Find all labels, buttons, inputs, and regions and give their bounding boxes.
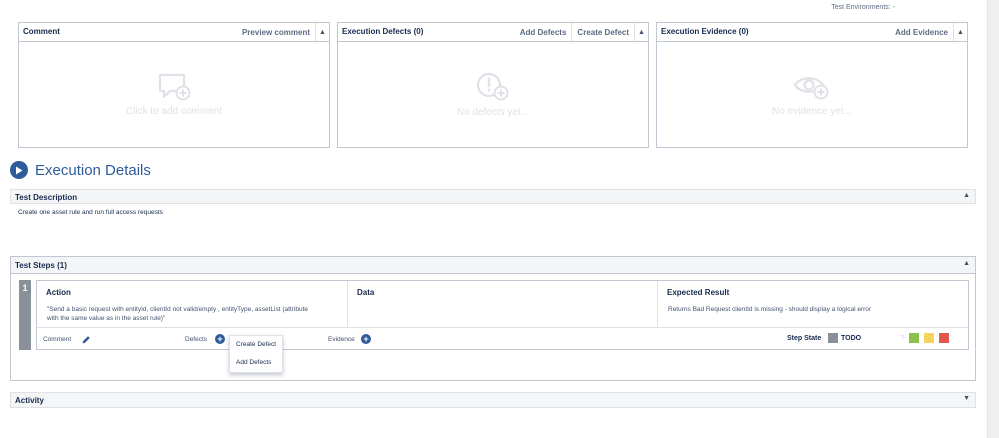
action-text-line: "Send a basic request with entityId, cli… bbox=[47, 306, 308, 313]
add-comment-area[interactable]: Click to add comment bbox=[19, 42, 329, 147]
step-state-swatch bbox=[828, 333, 838, 343]
defects-empty-area: No defects yet... bbox=[338, 42, 648, 147]
comment-panel: Comment Preview comment ▲ Click to add c… bbox=[18, 22, 330, 148]
pencil-icon[interactable] bbox=[81, 335, 91, 347]
defects-empty-text: No defects yet... bbox=[456, 107, 530, 118]
chevron-up-icon[interactable]: ▲ bbox=[634, 23, 648, 41]
expected-result-header: Expected Result bbox=[667, 288, 730, 297]
test-description-text: Create one asset rule and run full acces… bbox=[18, 209, 163, 216]
eye-plus-icon bbox=[792, 72, 832, 102]
expected-result-text[interactable]: Returns Bad Request clientId is missing … bbox=[668, 305, 871, 314]
action-column: Action "Send a basic request with entity… bbox=[37, 281, 348, 327]
execution-evidence-panel: Execution Evidence (0) Add Evidence ▲ No… bbox=[656, 22, 968, 148]
page-scrollbar[interactable] bbox=[987, 0, 999, 438]
activity-header[interactable]: Activity ▼ bbox=[10, 392, 976, 408]
activity-title: Activity bbox=[15, 396, 44, 405]
comment-panel-header: Comment Preview comment ▲ bbox=[19, 23, 329, 42]
test-steps-header[interactable]: Test Steps (1) ▲ bbox=[11, 257, 975, 274]
defects-panel-title: Execution Defects (0) bbox=[342, 27, 424, 36]
comment-empty-text: Click to add comment bbox=[125, 106, 223, 117]
execution-defects-panel: Execution Defects (0) Add Defects Create… bbox=[337, 22, 649, 148]
expected-result-column: Expected Result Returns Bad Request clie… bbox=[658, 281, 969, 327]
step-defects-label: Defects bbox=[185, 336, 208, 343]
add-defect-icon[interactable]: + bbox=[215, 334, 225, 344]
execution-details-title: Execution Details bbox=[35, 161, 151, 179]
add-evidence-link[interactable]: Add Evidence bbox=[890, 23, 953, 41]
step-number: 1 bbox=[19, 280, 31, 350]
action-text-line: with the same value as in the asset rule… bbox=[47, 315, 166, 322]
data-header: Data bbox=[357, 288, 375, 297]
alert-plus-icon bbox=[474, 71, 512, 103]
action-header: Action bbox=[46, 288, 71, 297]
comment-plus-icon bbox=[157, 72, 191, 102]
step-state-label: Step State bbox=[787, 335, 822, 342]
test-steps-section: Test Steps (1) ▲ 1 Action "Send a basic … bbox=[10, 256, 976, 381]
action-text[interactable]: "Send a basic request with entityId, cli… bbox=[47, 305, 308, 323]
chevron-up-icon[interactable]: ▲ bbox=[315, 23, 329, 41]
add-defects-menu-item[interactable]: Add Defects bbox=[230, 354, 282, 372]
test-environments: Test Environments: - bbox=[831, 4, 895, 11]
evidence-panel-header: Execution Evidence (0) Add Evidence ▲ bbox=[657, 23, 967, 42]
pass-status-button[interactable] bbox=[909, 333, 919, 343]
executing-status-button[interactable] bbox=[924, 333, 934, 343]
chevron-up-icon[interactable]: ▲ bbox=[953, 23, 967, 41]
test-description-header[interactable]: Test Description ▲ bbox=[10, 189, 976, 204]
evidence-empty-text: No evidence yet... bbox=[771, 106, 853, 117]
defects-panel-header: Execution Defects (0) Add Defects Create… bbox=[338, 23, 648, 42]
evidence-empty-area: No evidence yet... bbox=[657, 42, 967, 147]
step-state-code: ⁻/₋ bbox=[899, 335, 908, 341]
add-evidence-icon[interactable]: + bbox=[361, 334, 371, 344]
defect-dropdown-menu: Create Defect Add Defects bbox=[229, 335, 283, 373]
test-step-row: Action "Send a basic request with entity… bbox=[36, 280, 969, 350]
step-state-value[interactable]: TODO bbox=[841, 335, 861, 342]
chevron-up-icon[interactable]: ▲ bbox=[963, 260, 970, 267]
chevron-down-icon[interactable]: ▼ bbox=[963, 395, 970, 402]
step-footer: Comment Defects + Evidence + Step State … bbox=[37, 327, 968, 350]
create-defect-menu-item[interactable]: Create Defect bbox=[230, 336, 282, 354]
fail-status-button[interactable] bbox=[939, 333, 949, 343]
execution-details-header: Execution Details bbox=[10, 161, 151, 179]
add-defects-link[interactable]: Add Defects bbox=[515, 23, 572, 41]
comment-panel-title: Comment bbox=[23, 27, 60, 36]
test-description-title: Test Description bbox=[15, 193, 78, 202]
preview-comment-link[interactable]: Preview comment bbox=[237, 23, 315, 41]
step-comment-label: Comment bbox=[43, 336, 72, 343]
play-icon bbox=[10, 161, 28, 179]
chevron-up-icon[interactable]: ▲ bbox=[963, 192, 970, 199]
step-evidence-label: Evidence bbox=[328, 336, 355, 343]
data-column[interactable]: Data bbox=[348, 281, 658, 327]
create-defect-link[interactable]: Create Defect bbox=[571, 23, 634, 41]
test-steps-title: Test Steps (1) bbox=[15, 261, 67, 270]
evidence-panel-title: Execution Evidence (0) bbox=[661, 27, 749, 36]
